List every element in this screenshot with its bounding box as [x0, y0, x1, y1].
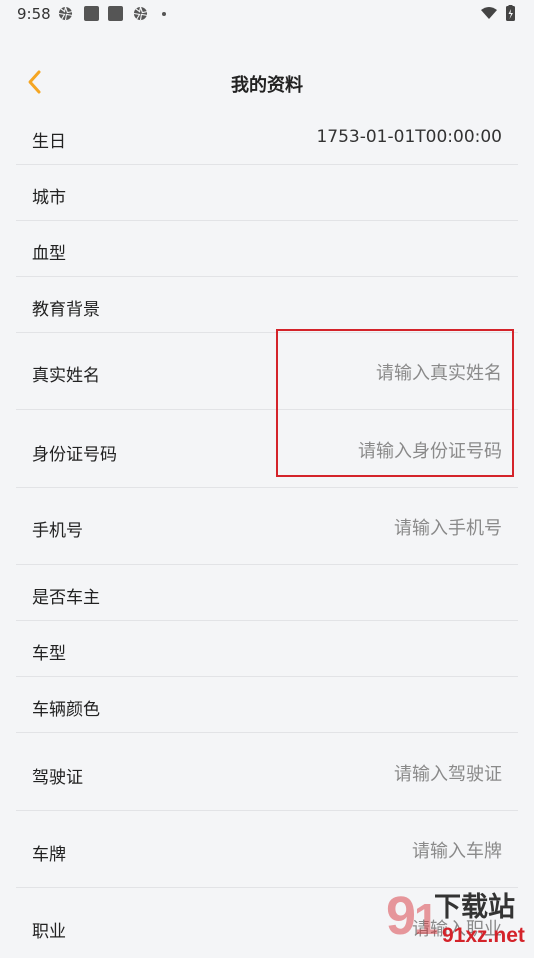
more-notifications-icon [162, 12, 166, 16]
page-title: 我的资料 [231, 75, 303, 96]
row-label: 车辆颜色 [32, 700, 100, 720]
row-label: 车型 [32, 644, 66, 664]
row-label: 血型 [32, 244, 66, 264]
watermark-logo: 9 1 下载站 91xz.net [386, 886, 525, 947]
row-label: 教育背景 [32, 300, 100, 320]
id-number-input[interactable] [240, 435, 504, 467]
row-label: 身份证号码 [32, 445, 117, 465]
row-driver-license: 驾驶证 [16, 733, 518, 811]
status-bar: 9:58 [0, 0, 534, 30]
notification-icon [84, 6, 99, 21]
row-real-name: 真实姓名 [16, 333, 518, 410]
plate-input[interactable] [240, 835, 504, 867]
row-label: 职业 [32, 922, 66, 942]
row-car-model[interactable]: 车型 [16, 621, 518, 677]
status-time: 9:58 [17, 5, 51, 23]
row-education[interactable]: 教育背景 [16, 277, 518, 333]
row-birthday[interactable]: 生日 1753-01-01T00:00:00 [16, 108, 518, 165]
row-label: 手机号 [32, 521, 83, 541]
watermark-domain: 91xz.net [442, 924, 525, 947]
birthday-value: 1753-01-01T00:00:00 [316, 127, 502, 147]
svg-text:9: 9 [386, 886, 416, 946]
row-label: 生日 [32, 132, 66, 152]
real-name-input[interactable] [240, 357, 504, 389]
aperture-icon [133, 6, 148, 21]
wifi-battery-icon [481, 5, 515, 21]
row-plate: 车牌 [16, 811, 518, 888]
header: 我的资料 [0, 58, 534, 108]
row-label: 是否车主 [32, 588, 100, 608]
row-label: 城市 [32, 188, 66, 208]
aperture-icon [58, 6, 73, 21]
watermark-text: 下载站 [434, 892, 515, 923]
row-id-number: 身份证号码 [16, 410, 518, 488]
notification-icon [108, 6, 123, 21]
driver-license-input[interactable] [240, 758, 504, 790]
row-is-car-owner[interactable]: 是否车主 [16, 565, 518, 621]
row-phone: 手机号 [16, 488, 518, 565]
row-label: 真实姓名 [32, 366, 100, 386]
phone-input[interactable] [240, 512, 504, 544]
row-label: 车牌 [32, 845, 66, 865]
row-city[interactable]: 城市 [16, 165, 518, 221]
row-blood-type[interactable]: 血型 [16, 221, 518, 277]
row-label: 驾驶证 [32, 768, 83, 788]
row-car-color[interactable]: 车辆颜色 [16, 677, 518, 733]
